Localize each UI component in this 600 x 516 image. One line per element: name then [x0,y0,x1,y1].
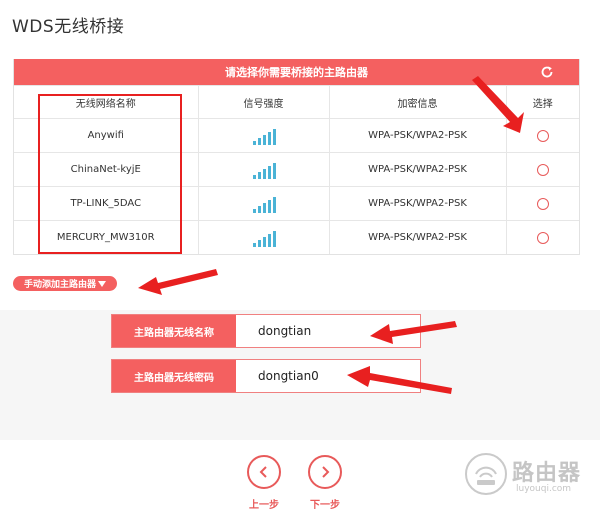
watermark-sub: luyouqi.com [516,484,572,494]
row-signal [197,220,329,254]
manual-add-router-toggle[interactable]: 手动添加主路由器 [13,276,117,291]
signal-bar [262,202,266,213]
row-signal [197,186,329,221]
row-select [505,186,579,221]
select-radio[interactable] [536,231,549,244]
watermark-text: 路由器 [512,461,582,486]
wifi-signal-icon [252,196,276,213]
row-select [505,118,579,153]
row-signal [197,118,329,153]
select-radio[interactable] [536,129,549,142]
signal-bar [267,233,271,247]
router-list-header: 请选择你需要桥接的主路由器 [14,59,579,85]
ssid-field-row: 主路由器无线名称 [111,314,421,348]
column-header-signal: 信号强度 [197,85,329,119]
row-encryption: WPA-PSK/WPA2-PSK [328,186,506,221]
table-row[interactable]: MERCURY_MW310R WPA-PSK/WPA2-PSK [14,220,579,254]
triangle-down-icon [98,280,106,287]
router-list: 请选择你需要桥接的主路由器 无线网络名称 信号强度 加密信息 选择 Anywif… [13,59,580,255]
signal-bar [272,230,276,247]
signal-bar [262,236,266,247]
manual-form-panel: 主路由器无线名称 主路由器无线密码 [0,310,600,440]
select-radio[interactable] [536,197,549,210]
prev-button[interactable] [247,455,281,489]
signal-bar [252,140,256,145]
prev-label[interactable]: 上一步 [234,496,294,511]
column-header-select: 选择 [505,85,579,119]
next-label[interactable]: 下一步 [295,496,355,511]
signal-bar [252,174,256,179]
signal-bar [272,128,276,145]
wifi-signal-icon [252,128,276,145]
column-header-ssid: 无线网络名称 [14,85,198,119]
row-ssid: TP-LINK_5DAC [14,186,198,221]
signal-bar [252,208,256,213]
signal-bar [267,199,271,213]
signal-bar [272,196,276,213]
password-input[interactable] [236,360,420,392]
next-button[interactable] [308,455,342,489]
signal-bar [272,162,276,179]
manual-add-router-label: 手动添加主路由器 [23,280,96,290]
row-select [505,220,579,254]
table-header-row: 无线网络名称 信号强度 加密信息 选择 [14,85,579,119]
column-header-encryption: 加密信息 [328,85,506,119]
signal-bar [252,242,256,247]
row-ssid: Anywifi [14,118,198,153]
router-logo-icon [465,453,507,495]
ssid-input[interactable] [236,315,420,347]
wifi-signal-icon [252,230,276,247]
table-row[interactable]: Anywifi WPA-PSK/WPA2-PSK [14,118,579,153]
row-encryption: WPA-PSK/WPA2-PSK [328,118,506,153]
signal-bar [267,131,271,145]
chevron-right-icon [322,466,330,478]
row-ssid: MERCURY_MW310R [14,220,198,254]
watermark: 路由器 luyouqi.com [462,450,592,500]
router-table: 无线网络名称 信号强度 加密信息 选择 Anywifi WPA-PSK/WPA2… [14,85,579,254]
signal-bar [267,165,271,179]
row-encryption: WPA-PSK/WPA2-PSK [328,152,506,187]
password-field-label: 主路由器无线密码 [112,360,236,392]
row-select [505,152,579,187]
router-list-header-text: 请选择你需要桥接的主路由器 [225,66,368,79]
annotation-arrow [138,269,218,295]
signal-bar [257,205,261,213]
signal-bar [257,171,261,179]
table-row[interactable]: ChinaNet-kyjE WPA-PSK/WPA2-PSK [14,152,579,187]
signal-bar [262,168,266,179]
refresh-icon[interactable] [539,64,555,80]
table-row[interactable]: TP-LINK_5DAC WPA-PSK/WPA2-PSK [14,186,579,221]
row-signal [197,152,329,187]
row-ssid: ChinaNet-kyjE [14,152,198,187]
select-radio[interactable] [536,163,549,176]
signal-bar [262,134,266,145]
signal-bar [257,137,261,145]
signal-bar [257,239,261,247]
ssid-field-label: 主路由器无线名称 [112,315,236,347]
chevron-left-icon [259,466,267,478]
wifi-signal-icon [252,162,276,179]
page-title: WDS无线桥接 [12,17,125,37]
row-encryption: WPA-PSK/WPA2-PSK [328,220,506,254]
password-field-row: 主路由器无线密码 [111,359,421,393]
